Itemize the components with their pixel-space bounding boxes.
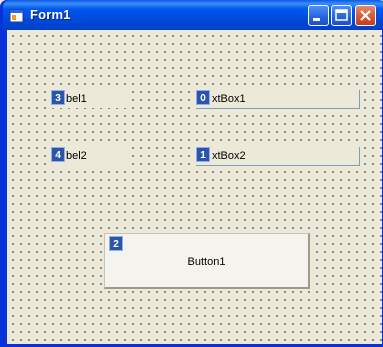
form-design-surface[interactable]: 3 bel1 4 bel2 0 xtBox1 1 xtBox2 bbox=[7, 30, 382, 344]
app-icon bbox=[9, 9, 24, 23]
label1-control[interactable]: 3 bel1 bbox=[51, 90, 127, 108]
label2-text: bel2 bbox=[66, 150, 87, 162]
textbox1-text: xtBox1 bbox=[212, 93, 246, 105]
tab-index-badge[interactable]: 0 bbox=[196, 90, 210, 105]
form-window: Form1 3 bel1 4 bel2 0 xtBox1 1 xtBox2 2 … bbox=[0, 0, 383, 347]
textbox2-text: xtBox2 bbox=[212, 150, 246, 162]
window-title: Form1 bbox=[30, 7, 71, 22]
tab-index-badge[interactable]: 1 bbox=[196, 147, 210, 162]
label1-text: bel1 bbox=[66, 93, 87, 105]
minimize-button[interactable] bbox=[308, 5, 329, 26]
textbox1-control[interactable]: 0 xtBox1 bbox=[196, 90, 360, 109]
button1-label: Button1 bbox=[187, 256, 226, 268]
close-button[interactable] bbox=[355, 5, 376, 26]
title-bar[interactable]: Form1 bbox=[3, 0, 383, 30]
textbox2-control[interactable]: 1 xtBox2 bbox=[196, 147, 360, 166]
button1-control[interactable]: 2 Button1 bbox=[104, 233, 310, 289]
tab-index-badge[interactable]: 2 bbox=[109, 236, 123, 251]
maximize-button[interactable] bbox=[331, 5, 352, 26]
minimize-icon bbox=[313, 18, 320, 21]
close-icon bbox=[360, 10, 371, 21]
maximize-icon bbox=[335, 9, 348, 21]
label2-control[interactable]: 4 bel2 bbox=[51, 147, 127, 165]
tab-index-badge[interactable]: 4 bbox=[51, 147, 65, 162]
tab-index-badge[interactable]: 3 bbox=[51, 90, 65, 105]
